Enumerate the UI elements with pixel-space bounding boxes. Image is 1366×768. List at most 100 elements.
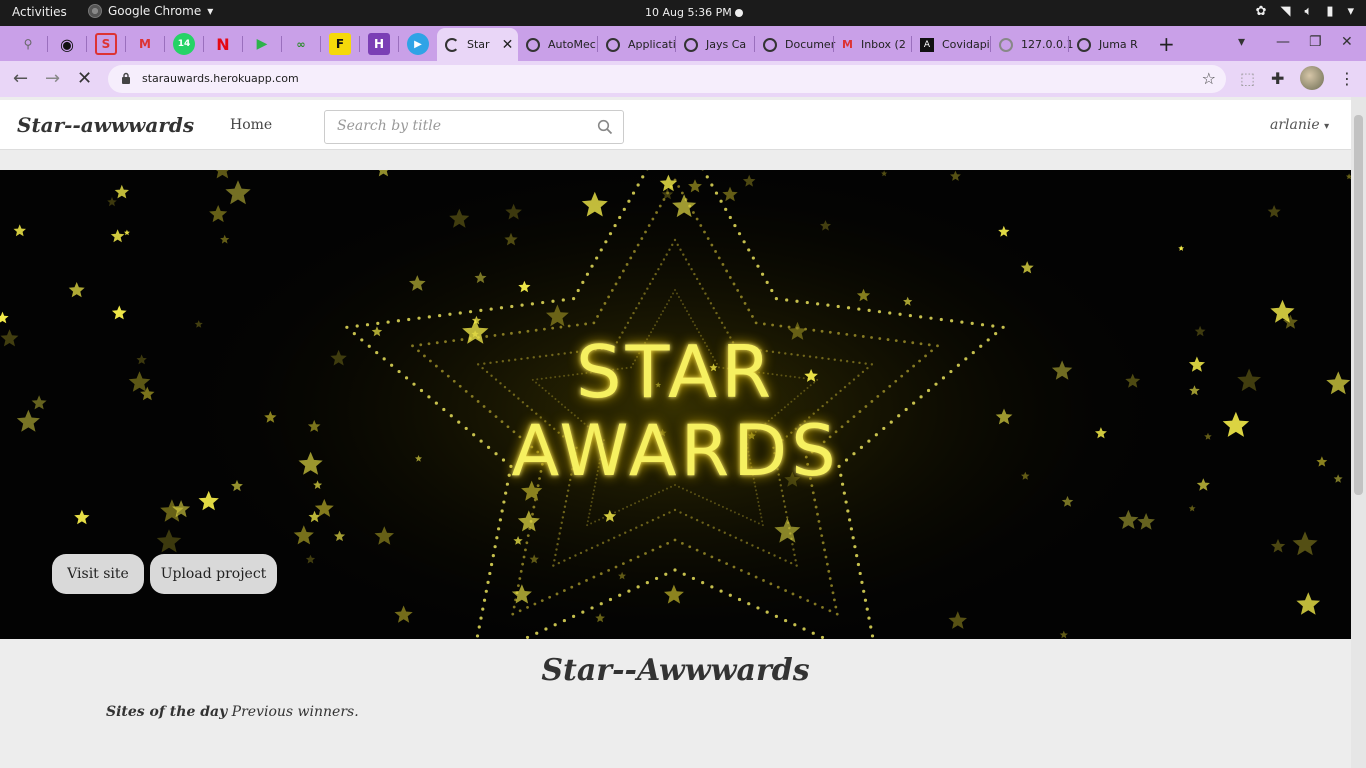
tab-label: 127.0.0.1 <box>1021 38 1074 51</box>
tab-separator <box>203 36 204 52</box>
sotd-heading: Sites of the day <box>106 704 228 720</box>
address-bar[interactable]: starauwards.herokuapp.com ☆ <box>108 65 1226 93</box>
wifi-icon: ◥ <box>1280 4 1291 19</box>
whatsapp-icon[interactable]: 14 <box>173 33 195 55</box>
hero-banner: STAR AWARDS Visit site Upload project <box>0 170 1351 639</box>
battery-icon: ▮ <box>1326 4 1334 19</box>
system-top-bar: Activities Google Chrome ▾ 10 Aug 5:36 P… <box>0 0 1366 26</box>
app-name: Google Chrome <box>108 4 202 18</box>
back-icon[interactable]: ← <box>13 68 28 89</box>
url-text: starauwards.herokuapp.com <box>142 72 299 85</box>
visit-site-button[interactable]: Visit site <box>52 554 144 594</box>
media-play-icon[interactable]: ▶ <box>407 33 429 55</box>
user-dropdown[interactable]: arlanie ▾ <box>1270 117 1329 133</box>
globe-icon <box>999 37 1013 52</box>
sotd-subtext: Previous winners. <box>231 704 359 720</box>
search-icon[interactable] <box>597 119 613 135</box>
play-icon[interactable]: ▶ <box>251 33 273 55</box>
activities-button[interactable]: Activities <box>12 5 67 19</box>
close-tab-icon[interactable]: ✕ <box>502 37 514 53</box>
upload-project-button[interactable]: Upload project <box>150 554 277 594</box>
tab-separator <box>281 36 282 52</box>
tab-label: Documer <box>785 38 836 51</box>
tab-inbox[interactable]: M Inbox (2 <box>834 28 910 61</box>
page-title: Star--Awwwards <box>541 653 810 688</box>
globe-icon <box>684 37 698 52</box>
gmail-icon: M <box>842 38 853 51</box>
bookmark-star-icon[interactable]: ☆ <box>1202 69 1216 88</box>
web-page: Star--awwwards Home arlanie ▾ STAR AWARD… <box>0 97 1351 768</box>
scrollbar-thumb[interactable] <box>1354 115 1363 495</box>
site-navbar: Star--awwwards Home arlanie ▾ <box>0 100 1351 150</box>
page-scrollbar[interactable] <box>1351 97 1366 768</box>
stop-loading-icon[interactable]: ✕ <box>77 68 92 89</box>
clock[interactable]: 10 Aug 5:36 PM <box>645 6 732 19</box>
chrome-icon <box>88 4 102 18</box>
tab-label: Jays Ca <box>706 38 747 51</box>
tab-label: Applicati <box>628 38 676 51</box>
netflix-icon[interactable]: N <box>212 33 234 55</box>
hero-title-line2: AWARDS <box>511 410 840 492</box>
globe-icon <box>526 37 540 52</box>
tab-separator <box>320 36 321 52</box>
tab-separator <box>164 36 165 52</box>
browser-toolbar: ← → ✕ starauwards.herokuapp.com ☆ ⬚ ✚ ⋮ <box>0 61 1366 97</box>
search-input[interactable] <box>337 118 577 134</box>
tab-automec[interactable]: AutoMec <box>518 28 596 61</box>
lock-icon <box>122 72 130 84</box>
tab-localhost[interactable]: 127.0.0.1 <box>991 28 1073 61</box>
forward-icon[interactable]: → <box>45 68 60 89</box>
user-name: arlanie <box>1270 117 1320 133</box>
globe-icon <box>1077 37 1091 52</box>
pinned-tab-icon[interactable]: ⚲ <box>17 33 39 55</box>
tab-covidapi[interactable]: A Covidapi <box>912 28 990 61</box>
tab-star[interactable]: Star ✕ <box>437 28 518 61</box>
tab-separator <box>47 36 48 52</box>
tab-separator <box>86 36 87 52</box>
hero-title-line1: STAR <box>575 330 776 414</box>
tab-juma[interactable]: Juma R <box>1069 28 1145 61</box>
notification-dot-icon <box>735 9 743 17</box>
apps-icon: ✿ <box>1255 4 1267 19</box>
minimize-icon[interactable]: — <box>1276 34 1290 50</box>
tab-separator <box>398 36 399 52</box>
loading-spinner-icon <box>445 37 459 52</box>
close-window-icon[interactable]: ✕ <box>1341 34 1353 50</box>
new-tab-button[interactable]: + <box>1158 32 1175 56</box>
angular-icon: A <box>920 37 934 52</box>
chevron-down-icon: ▾ <box>1347 4 1354 19</box>
site-brand[interactable]: Star--awwwards <box>17 113 194 137</box>
tab-separator <box>359 36 360 52</box>
volume-icon: 🔈︎ <box>1304 4 1313 19</box>
tab-label: Juma R <box>1099 38 1138 51</box>
system-tray[interactable]: ✿ ◥ 🔈︎ ▮ ▾ <box>1256 4 1354 19</box>
restore-icon[interactable]: ❐ <box>1309 34 1322 50</box>
tab-jays[interactable]: Jays Ca <box>676 28 753 61</box>
tab-documents[interactable]: Documer <box>755 28 836 61</box>
avatar[interactable] <box>1300 66 1324 90</box>
globe-icon <box>606 37 620 52</box>
puzzle-icon[interactable]: ✚ <box>1271 69 1284 88</box>
tab-search-icon[interactable]: ▾ <box>1238 34 1245 50</box>
tab-application[interactable]: Applicati <box>598 28 676 61</box>
gmail-icon[interactable]: M <box>134 33 156 55</box>
menu-kebab-icon[interactable]: ⋮ <box>1339 69 1355 88</box>
app-menu[interactable]: Google Chrome ▾ <box>88 4 213 18</box>
chevron-down-icon: ▾ <box>207 4 214 18</box>
heroku-icon[interactable]: H <box>368 33 390 55</box>
extension-icon[interactable]: ⬚ <box>1240 69 1255 88</box>
infinity-icon[interactable]: ∞ <box>290 33 312 55</box>
nav-home-link[interactable]: Home <box>230 117 272 133</box>
caret-down-icon: ▾ <box>1324 121 1330 132</box>
tab-separator <box>125 36 126 52</box>
tab-label: Star <box>467 38 490 51</box>
tab-icon-red-square[interactable]: S <box>95 33 117 55</box>
globe-icon <box>763 37 777 52</box>
github-icon[interactable]: ◉ <box>56 33 78 55</box>
tab-label: Inbox (2 <box>860 38 906 51</box>
tab-label: Covidapi <box>942 38 990 51</box>
tab-icon-f[interactable]: F <box>329 33 351 55</box>
search-box[interactable] <box>324 110 624 144</box>
sites-of-the-day: Sites of the day Previous winners. <box>106 704 359 720</box>
tab-label: AutoMec <box>548 38 596 51</box>
